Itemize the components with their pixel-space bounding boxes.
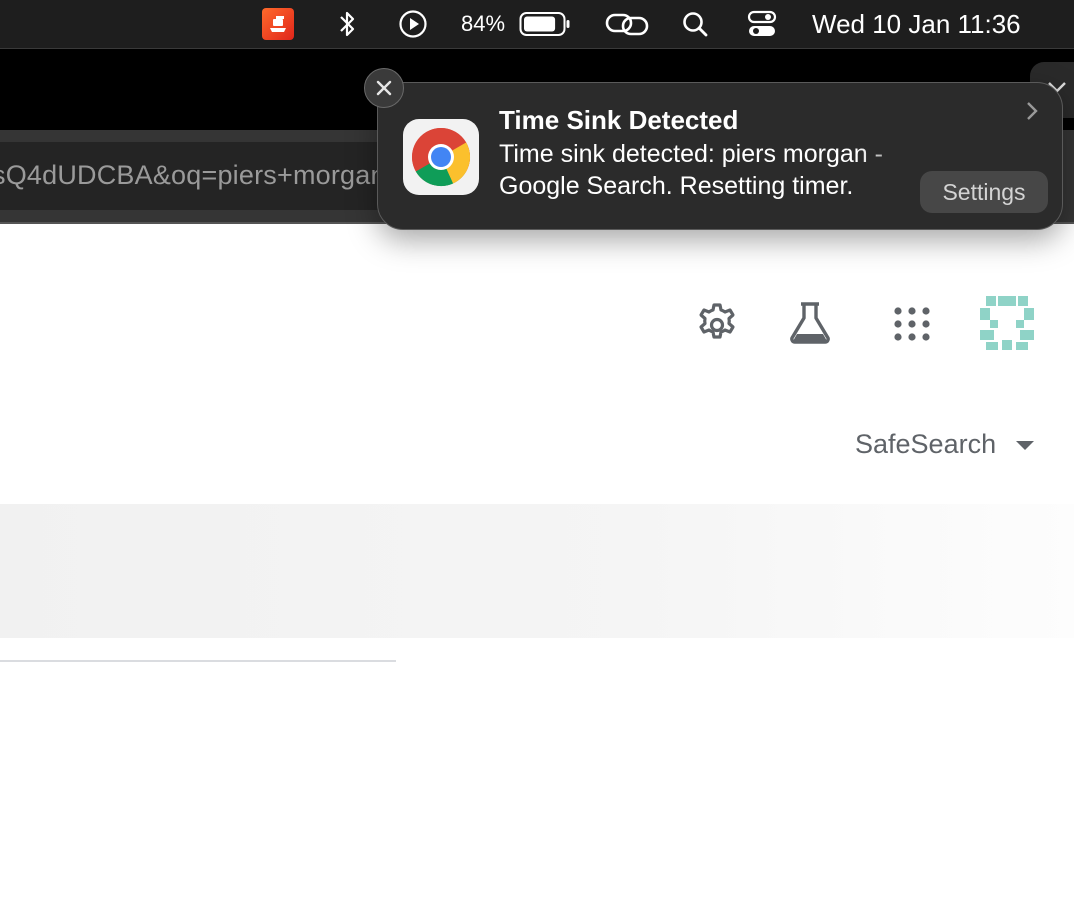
notification-title: Time Sink Detected [499, 105, 739, 135]
settings-icon[interactable] [692, 290, 742, 360]
labs-icon[interactable] [784, 290, 836, 360]
divider [0, 660, 396, 662]
close-icon [376, 80, 392, 96]
screen: 84% Wed 10 Jan 11:36 sQ4dUDCBA&oq=piers+… [0, 0, 1074, 898]
battery-icon[interactable] [518, 0, 572, 48]
address-bar[interactable]: sQ4dUDCBA&oq=piers+morgan [0, 142, 420, 210]
safesearch-label: SafeSearch [855, 428, 997, 459]
app-extension-icon[interactable] [262, 0, 294, 48]
bluetooth-icon[interactable] [333, 0, 361, 48]
notification-body-line2: Google Search. Resetting timer. [499, 172, 854, 200]
notification-settings-button[interactable]: Settings [920, 171, 1048, 213]
play-icon[interactable] [396, 0, 430, 48]
caret-down-icon [1016, 440, 1035, 450]
text-fade [858, 138, 928, 170]
battery-percentage: 84% [461, 11, 506, 36]
apps-grid-icon[interactable] [890, 290, 934, 360]
results-header-band [0, 504, 1074, 638]
chevron-right-icon[interactable] [1020, 99, 1044, 123]
notification-close-button[interactable] [364, 68, 404, 108]
address-bar-url: sQ4dUDCBA&oq=piers+morgan [0, 160, 386, 190]
chrome-icon [403, 119, 479, 195]
avatar[interactable] [976, 290, 1038, 360]
menu-bar: 84% Wed 10 Jan 11:36 [0, 0, 1074, 48]
search-icon[interactable] [680, 0, 710, 48]
notification-banner[interactable]: Time Sink Detected Time sink detected: p… [377, 82, 1063, 230]
safesearch-dropdown[interactable]: SafeSearch [855, 424, 1035, 464]
link-icon[interactable] [604, 0, 650, 48]
menubar-clock[interactable]: Wed 10 Jan 11:36 [812, 0, 1062, 48]
control-center-icon[interactable] [746, 0, 778, 48]
